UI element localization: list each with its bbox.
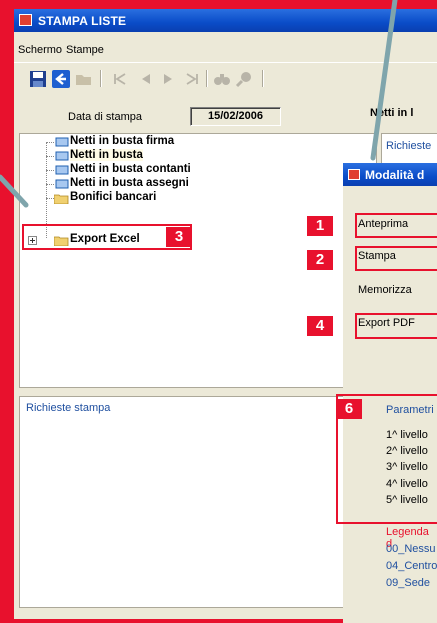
document-icon: [55, 137, 69, 147]
tree-connector: [46, 170, 54, 171]
date-label: Data di stampa: [68, 111, 142, 123]
tree-item-netti-firma[interactable]: Netti in busta firma: [70, 135, 174, 147]
folder-icon: [54, 194, 69, 204]
title-bar: STAMPA LISTE: [14, 9, 437, 32]
binoculars-icon[interactable]: [212, 69, 232, 89]
window-title: STAMPA LISTE: [38, 14, 127, 28]
folder-open-icon[interactable]: [74, 69, 94, 89]
menu-bar: Schermo Stampe: [14, 42, 437, 60]
tree-item-netti-contanti[interactable]: Netti in busta contanti: [70, 163, 191, 175]
badge-2: 2: [307, 250, 333, 270]
right-panel-title: Richieste: [386, 140, 432, 152]
document-icon: [55, 165, 69, 175]
last-record-icon[interactable]: [182, 69, 202, 89]
badge-1: 1: [307, 216, 333, 236]
app-icon: [348, 169, 360, 180]
tree-connector: [46, 184, 54, 185]
requests-panel: Richieste stampa: [19, 396, 377, 608]
requests-title: Richieste stampa: [26, 402, 111, 414]
search-icon[interactable]: [234, 69, 254, 89]
back-icon[interactable]: [51, 69, 71, 89]
highlight-print: [355, 246, 437, 271]
badge-6: 6: [336, 399, 362, 419]
menu-stampe[interactable]: Stampe: [66, 44, 104, 56]
highlight-export-pdf: [355, 313, 437, 339]
date-field[interactable]: 15/02/2006: [190, 107, 281, 126]
dialog-title: Modalità d: [365, 168, 425, 182]
tree-item-netti-busta[interactable]: Netti in busta: [70, 149, 143, 161]
badge-4: 4: [307, 316, 333, 336]
selected-report-label: Netti in l: [370, 107, 414, 119]
tree-item-netti-assegni[interactable]: Netti in busta assegni: [70, 177, 189, 189]
save-report-button[interactable]: Memorizza: [356, 281, 437, 302]
tree-connector: [46, 142, 54, 143]
legend-item-00: 00_Nessu: [386, 543, 436, 555]
save-report-label: Memorizza: [358, 284, 412, 296]
legend-item-04: 04_Centro: [386, 560, 437, 572]
highlight-preview: [355, 213, 437, 238]
tree-connector: [46, 156, 54, 157]
first-record-icon[interactable]: [110, 69, 130, 89]
badge-3: 3: [166, 227, 192, 247]
next-record-icon[interactable]: [158, 69, 178, 89]
toolbar: [14, 62, 437, 93]
legend-item-09: 09_Sede: [386, 577, 431, 589]
dialog-title-bar: Modalità d: [343, 163, 437, 186]
previous-record-icon[interactable]: [136, 69, 156, 89]
app-icon: [19, 14, 32, 26]
save-icon[interactable]: [28, 69, 48, 89]
tree-item-bonifici[interactable]: Bonifici bancari: [70, 191, 156, 203]
toolbar-separator: [262, 70, 264, 87]
document-icon: [55, 179, 69, 189]
tree-connector: [46, 198, 54, 199]
document-icon: [55, 151, 69, 161]
menu-schermo[interactable]: Schermo: [18, 44, 62, 56]
toolbar-separator: [206, 70, 208, 87]
toolbar-separator: [100, 70, 102, 87]
